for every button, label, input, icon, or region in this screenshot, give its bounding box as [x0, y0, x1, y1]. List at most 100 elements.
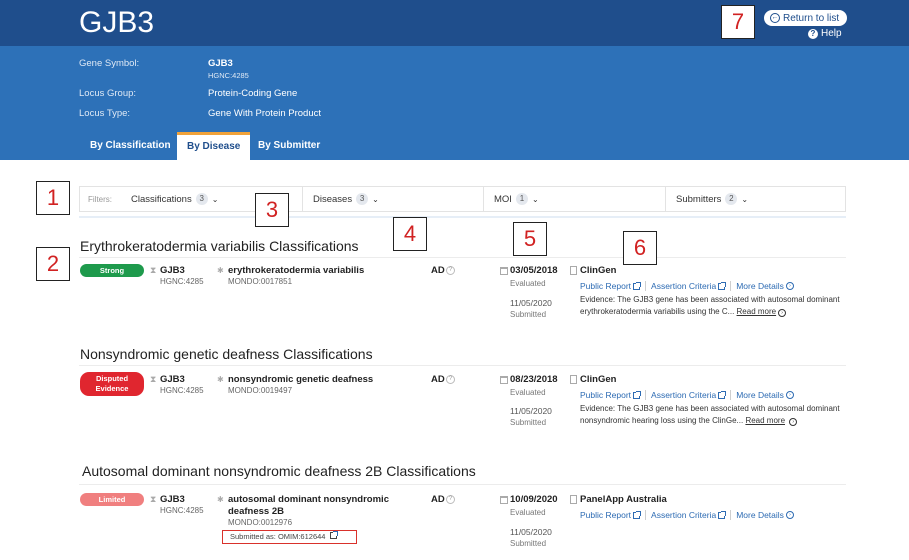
- gene-symbol[interactable]: GJB3: [160, 265, 185, 276]
- link-divider: [730, 281, 732, 291]
- submitter-name[interactable]: ClinGen: [580, 265, 616, 276]
- filter-classifications[interactable]: Classifications 3 ⌄: [131, 193, 218, 205]
- chevron-down-icon: ⌄: [531, 194, 539, 204]
- chevron-right-circle-icon: ›: [785, 511, 794, 519]
- filter-divider: [483, 187, 484, 211]
- evidence-summary: Evidence: The GJB3 gene has been associa…: [580, 294, 845, 318]
- evidence-text: Evidence: The GJB3 gene has been associa…: [580, 295, 840, 316]
- hourglass-icon: ⧗: [150, 374, 157, 384]
- moi-value: AD: [431, 265, 445, 276]
- public-report-link[interactable]: Public Report: [580, 390, 631, 400]
- filter-classifications-label: Classifications: [131, 193, 192, 205]
- disease-name-line: deafness 2B: [228, 506, 284, 517]
- public-report-link[interactable]: Public Report: [580, 510, 631, 520]
- return-to-list-button[interactable]: ← Return to list: [764, 10, 848, 26]
- gene-hgnc: HGNC:4285: [160, 506, 204, 515]
- help-label: Help: [821, 28, 842, 39]
- filter-divider: [665, 187, 666, 211]
- callout-5: 5: [513, 222, 547, 256]
- section-divider: [79, 365, 846, 366]
- callout-7: 7: [721, 5, 755, 39]
- document-icon: [570, 266, 577, 275]
- classification-badge-limited: Limited: [80, 493, 144, 506]
- locus-type-label: Locus Type:: [79, 108, 131, 119]
- submitted-label: Submitted: [510, 418, 547, 427]
- external-link-icon: [633, 281, 642, 290]
- filters-label: Filters:: [88, 195, 112, 204]
- badge-line: Disputed: [95, 374, 129, 383]
- document-icon: [570, 375, 577, 384]
- question-circle-icon[interactable]: ?: [446, 495, 455, 504]
- hourglass-icon: ⧗: [150, 494, 157, 504]
- evidence-summary: Evidence: The GJB3 gene has been associa…: [580, 403, 845, 427]
- public-report-link[interactable]: Public Report: [580, 281, 631, 291]
- submitted-as-omim[interactable]: Submitted as: OMIM:612644: [222, 530, 357, 544]
- filter-bar: Filters: Classifications 3 ⌄ Diseases 3 …: [79, 186, 846, 212]
- help-link[interactable]: ? Help: [808, 28, 842, 39]
- filter-submitters-count: 2: [725, 193, 738, 205]
- read-more-link[interactable]: Read more: [745, 416, 785, 425]
- tab-by-submitter[interactable]: By Submitter: [248, 132, 330, 160]
- document-icon: [570, 495, 577, 504]
- more-details-link[interactable]: More Details: [736, 281, 784, 291]
- locus-group-label: Locus Group:: [79, 88, 137, 99]
- filter-diseases[interactable]: Diseases 3 ⌄: [313, 193, 379, 205]
- filter-moi-count: 1: [515, 193, 528, 205]
- disease-name-line: autosomal dominant nonsyndromic: [228, 494, 389, 505]
- gene-hgnc-id: HGNC:4285: [208, 71, 249, 80]
- evaluated-date: 08/23/2018: [510, 374, 558, 385]
- submitted-date: 11/05/2020: [510, 527, 552, 537]
- arrow-left-circle-icon: ←: [770, 13, 780, 23]
- filter-submitters[interactable]: Submitters 2 ⌄: [676, 193, 748, 205]
- submitter-name[interactable]: ClinGen: [580, 374, 616, 385]
- callout-3: 3: [255, 193, 289, 227]
- external-link-icon: [718, 510, 727, 519]
- disease-name[interactable]: erythrokeratodermia variabilis: [228, 265, 364, 277]
- disease-name[interactable]: nonsyndromic genetic deafness: [228, 374, 373, 386]
- chevron-right-circle-icon: ›: [778, 309, 787, 317]
- gene-symbol[interactable]: GJB3: [160, 374, 185, 385]
- read-more-link[interactable]: Read more: [737, 307, 777, 316]
- assertion-criteria-link[interactable]: Assertion Criteria: [651, 281, 716, 291]
- evaluated-label: Evaluated: [510, 388, 546, 397]
- external-link-icon: [633, 510, 642, 519]
- submitted-date: 11/05/2020: [510, 298, 552, 308]
- evidence-text: Evidence: The GJB3 gene has been associa…: [580, 404, 840, 425]
- callout-6: 6: [623, 231, 657, 265]
- gene-symbol-label: Gene Symbol:: [79, 58, 140, 69]
- question-circle-icon: ?: [808, 28, 818, 39]
- submitted-label: Submitted: [510, 539, 547, 548]
- badge-line: Evidence: [95, 384, 129, 393]
- question-circle-icon[interactable]: ?: [446, 266, 455, 275]
- locus-group-value: Protein-Coding Gene: [208, 88, 298, 99]
- submitted-date: 11/05/2020: [510, 406, 552, 416]
- submitter-name[interactable]: PanelApp Australia: [580, 494, 667, 505]
- disease-icon: ✱: [217, 266, 224, 275]
- external-link-icon: [633, 390, 642, 399]
- calendar-icon: [500, 267, 508, 275]
- gene-symbol[interactable]: GJB3: [160, 494, 185, 505]
- assertion-criteria-link[interactable]: Assertion Criteria: [651, 390, 716, 400]
- more-details-link[interactable]: More Details: [736, 510, 784, 520]
- question-circle-icon[interactable]: ?: [446, 375, 455, 384]
- disease-icon: ✱: [217, 495, 224, 504]
- disease-name[interactable]: autosomal dominant nonsyndromic deafness…: [228, 494, 389, 518]
- chevron-down-icon: ⌄: [741, 194, 749, 204]
- moi-value: AD: [431, 374, 445, 385]
- section-title-autosomal-dominant-deafness-2b: Autosomal dominant nonsyndromic deafness…: [82, 463, 476, 479]
- filter-underline: [79, 216, 846, 218]
- return-to-list-label: Return to list: [783, 12, 840, 24]
- link-divider: [645, 281, 647, 291]
- assertion-criteria-link[interactable]: Assertion Criteria: [651, 510, 716, 520]
- filter-moi-label: MOI: [494, 193, 512, 205]
- link-divider: [645, 390, 647, 400]
- more-details-link[interactable]: More Details: [736, 390, 784, 400]
- submission-links: Public Report Assertion Criteria More De…: [580, 510, 794, 520]
- disease-mondo-id: MONDO:0017851: [228, 277, 293, 286]
- tab-by-disease[interactable]: By Disease: [177, 132, 251, 160]
- filter-moi[interactable]: MOI 1 ⌄: [494, 193, 539, 205]
- tab-by-classification[interactable]: By Classification: [80, 132, 181, 160]
- external-link-icon: [329, 531, 338, 539]
- link-divider: [645, 510, 647, 520]
- page-title: GJB3: [79, 6, 155, 39]
